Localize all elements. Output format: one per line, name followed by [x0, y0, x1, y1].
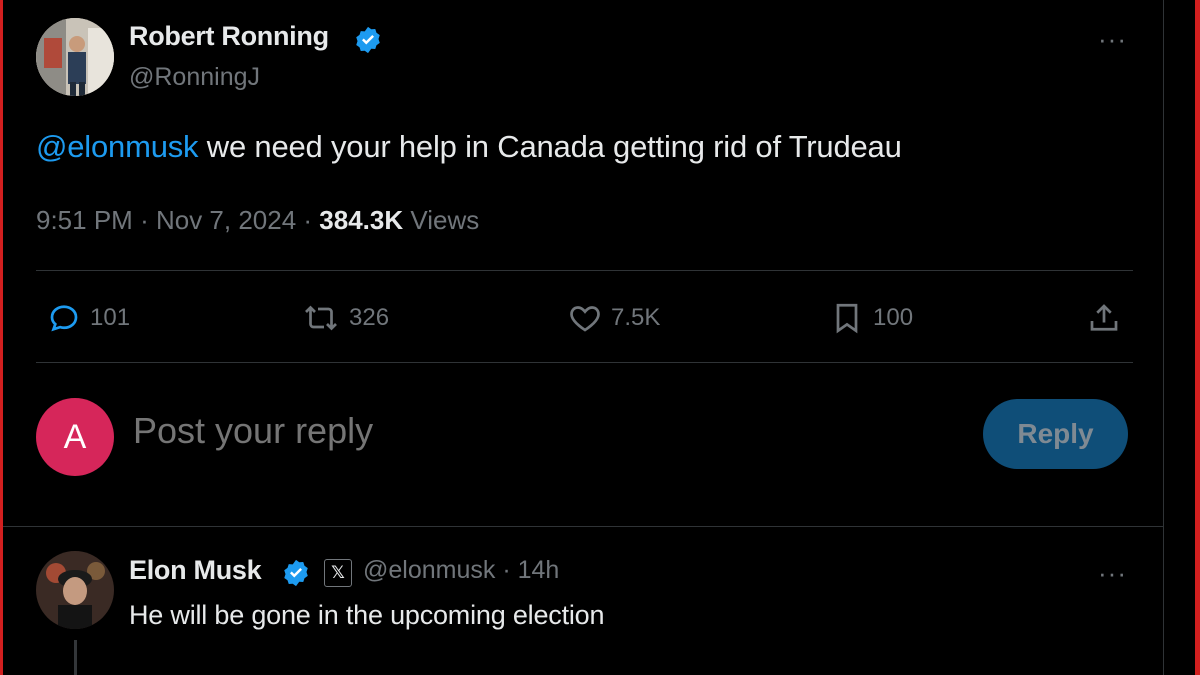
section-divider — [3, 526, 1163, 527]
repost-action[interactable]: 326 — [301, 300, 389, 336]
more-options-icon[interactable]: ··· — [1098, 558, 1127, 589]
tweet-time[interactable]: 9:51 PM — [36, 205, 133, 235]
reply-input[interactable] — [133, 410, 933, 452]
reply-handle-line: @elonmusk · 14h — [363, 556, 559, 585]
reply-handle[interactable]: @elonmusk — [363, 556, 495, 584]
verified-badge-icon — [356, 26, 380, 54]
affiliate-badge-icon[interactable]: 𝕏 — [324, 559, 352, 587]
tweet-detail-panel: Robert Ronning @RonningJ ··· @elonmusk w… — [3, 0, 1163, 675]
views-count: 384.3K — [319, 205, 404, 235]
meta-separator: · — [303, 205, 320, 235]
bookmark-count: 100 — [873, 304, 914, 331]
like-count: 7.5K — [611, 304, 661, 331]
more-options-icon[interactable]: ··· — [1098, 24, 1127, 55]
thread-connector — [74, 640, 77, 675]
frame-right-border — [1195, 0, 1200, 675]
author-handle[interactable]: @RonningJ — [129, 63, 260, 92]
author-avatar[interactable] — [36, 18, 114, 96]
reply-text: He will be gone in the upcoming election — [129, 600, 605, 630]
tweet-meta: 9:51 PM · Nov 7, 2024 · 384.3K Views — [36, 205, 479, 236]
divider-bottom — [36, 362, 1133, 363]
meta-separator: · — [495, 556, 518, 584]
share-icon — [1090, 304, 1118, 331]
tweet-text: @elonmusk we need your help in Canada ge… — [36, 129, 902, 165]
tweet-body: we need your help in Canada getting rid … — [198, 129, 902, 164]
heart-icon — [570, 306, 600, 332]
reply-author-name[interactable]: Elon Musk — [129, 555, 262, 586]
reply-count: 101 — [90, 304, 131, 331]
share-action[interactable] — [1086, 300, 1122, 336]
reply-button[interactable]: Reply — [983, 399, 1128, 469]
reply-action[interactable]: 101 — [46, 300, 130, 336]
views-label: Views — [410, 205, 480, 235]
column-divider — [1163, 0, 1164, 675]
like-action[interactable]: 7.5K — [567, 300, 660, 336]
repost-icon — [305, 305, 337, 331]
meta-separator: · — [140, 205, 156, 235]
author-name[interactable]: Robert Ronning — [129, 21, 329, 52]
bookmark-icon — [836, 303, 858, 334]
bookmark-action[interactable]: 100 — [829, 300, 913, 336]
comment-icon — [50, 305, 78, 332]
tweet-date[interactable]: Nov 7, 2024 — [156, 205, 296, 235]
reply-time[interactable]: 14h — [518, 556, 560, 584]
divider-top — [36, 270, 1133, 271]
user-avatar[interactable]: A — [36, 398, 114, 476]
mention-link[interactable]: @elonmusk — [36, 129, 199, 164]
reply-author-avatar[interactable] — [36, 551, 114, 629]
verified-badge-icon — [284, 559, 308, 587]
repost-count: 326 — [349, 304, 390, 331]
